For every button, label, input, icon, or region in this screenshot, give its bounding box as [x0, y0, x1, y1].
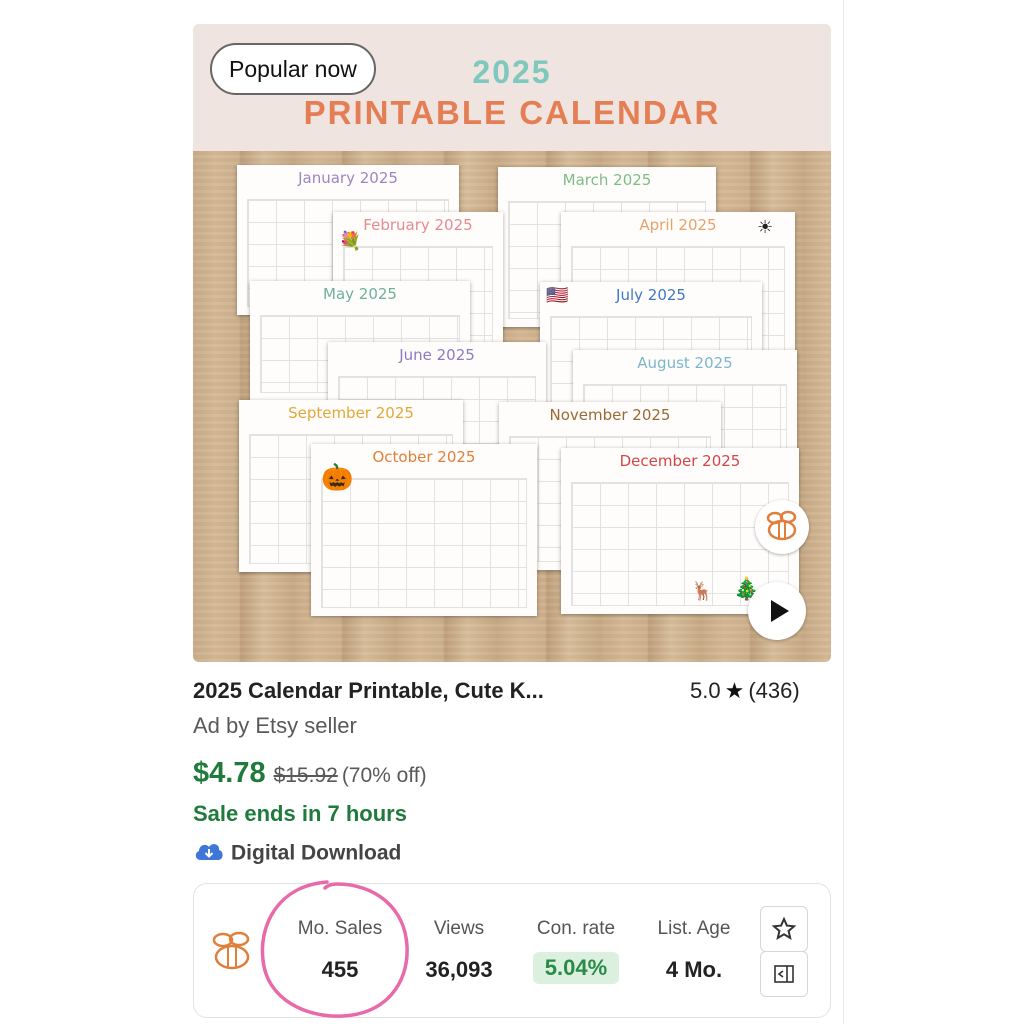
star-outline-icon: [771, 916, 797, 941]
stat-label: List. Age: [657, 918, 731, 939]
original-price: $15.92: [273, 764, 338, 787]
stat-monthly-sales: Mo. Sales 455: [276, 884, 404, 1017]
review-count: (436): [748, 678, 800, 703]
open-panel-button[interactable]: [760, 951, 808, 997]
calendar-title: June 2025: [399, 346, 475, 364]
bee-logo-icon: [204, 924, 260, 981]
calendar-title: August 2025: [637, 354, 733, 372]
calendar-title: December 2025: [619, 452, 741, 470]
calendar-title: May 2025: [323, 285, 397, 303]
stats-panel: Mo. Sales 455 Views 36,093 Con. rate 5.0…: [193, 883, 831, 1018]
stat-label: Con. rate: [536, 918, 616, 939]
stat-value: 455: [321, 957, 359, 982]
image-banner: 2025 PRINTABLE CALENDAR Popular now: [193, 24, 831, 151]
stat-conversion-rate: Con. rate 5.04%: [516, 884, 636, 1017]
sun-icon: ☀: [757, 217, 774, 237]
stat-views: Views 36,093: [404, 884, 514, 1017]
stat-value: 4 Mo.: [665, 957, 723, 982]
download-label: Digital Download: [231, 841, 402, 865]
sidebar-panel-icon: [774, 965, 794, 983]
banner-title: PRINTABLE CALENDAR: [303, 94, 721, 131]
bee-logo-icon: [755, 500, 809, 554]
seller-label: Ad by Etsy seller: [193, 713, 357, 738]
calendar-title: September 2025: [288, 404, 414, 422]
rating: 5.0 ★ (436): [690, 678, 800, 704]
stat-label: Mo. Sales: [297, 918, 383, 939]
calendar-title: January 2025: [298, 169, 398, 187]
sale-ends: Sale ends in 7 hours: [193, 801, 407, 826]
digital-download: Digital Download: [193, 840, 401, 868]
calendar-title: July 2025: [616, 286, 686, 304]
calendar-title: March 2025: [562, 171, 652, 189]
stat-listing-age: List. Age 4 Mo.: [638, 884, 750, 1017]
flag-icon: 🇺🇸: [546, 285, 569, 305]
conversion-rate-pill: 5.04%: [532, 952, 620, 984]
discount-label: (70% off): [341, 764, 427, 787]
listing-image[interactable]: 2025 PRINTABLE CALENDAR Popular now Janu…: [193, 24, 831, 662]
price-row: $4.78 $15.92 (70% off): [193, 757, 427, 793]
stat-value: 36,093: [425, 957, 493, 982]
pumpkin-icon: 🎃: [321, 462, 354, 492]
rating-value: 5.0: [690, 678, 721, 703]
popular-now-badge: Popular now: [210, 43, 376, 95]
play-video-button[interactable]: [748, 582, 806, 640]
page-divider: [843, 0, 844, 1024]
calendar-title: November 2025: [549, 406, 671, 424]
calendar-sheet-october: October 2025 🎃: [311, 444, 537, 616]
stat-label: Views: [433, 918, 485, 939]
star-icon: ★: [724, 678, 745, 703]
cloud-download-icon: [193, 840, 225, 868]
bouquet-icon: 💐: [339, 231, 362, 251]
favorite-button[interactable]: [760, 906, 808, 952]
reindeer-icon: 🦌: [691, 581, 714, 601]
sale-price: $4.78: [193, 757, 266, 789]
listing-title[interactable]: 2025 Calendar Printable, Cute K...: [193, 678, 544, 704]
